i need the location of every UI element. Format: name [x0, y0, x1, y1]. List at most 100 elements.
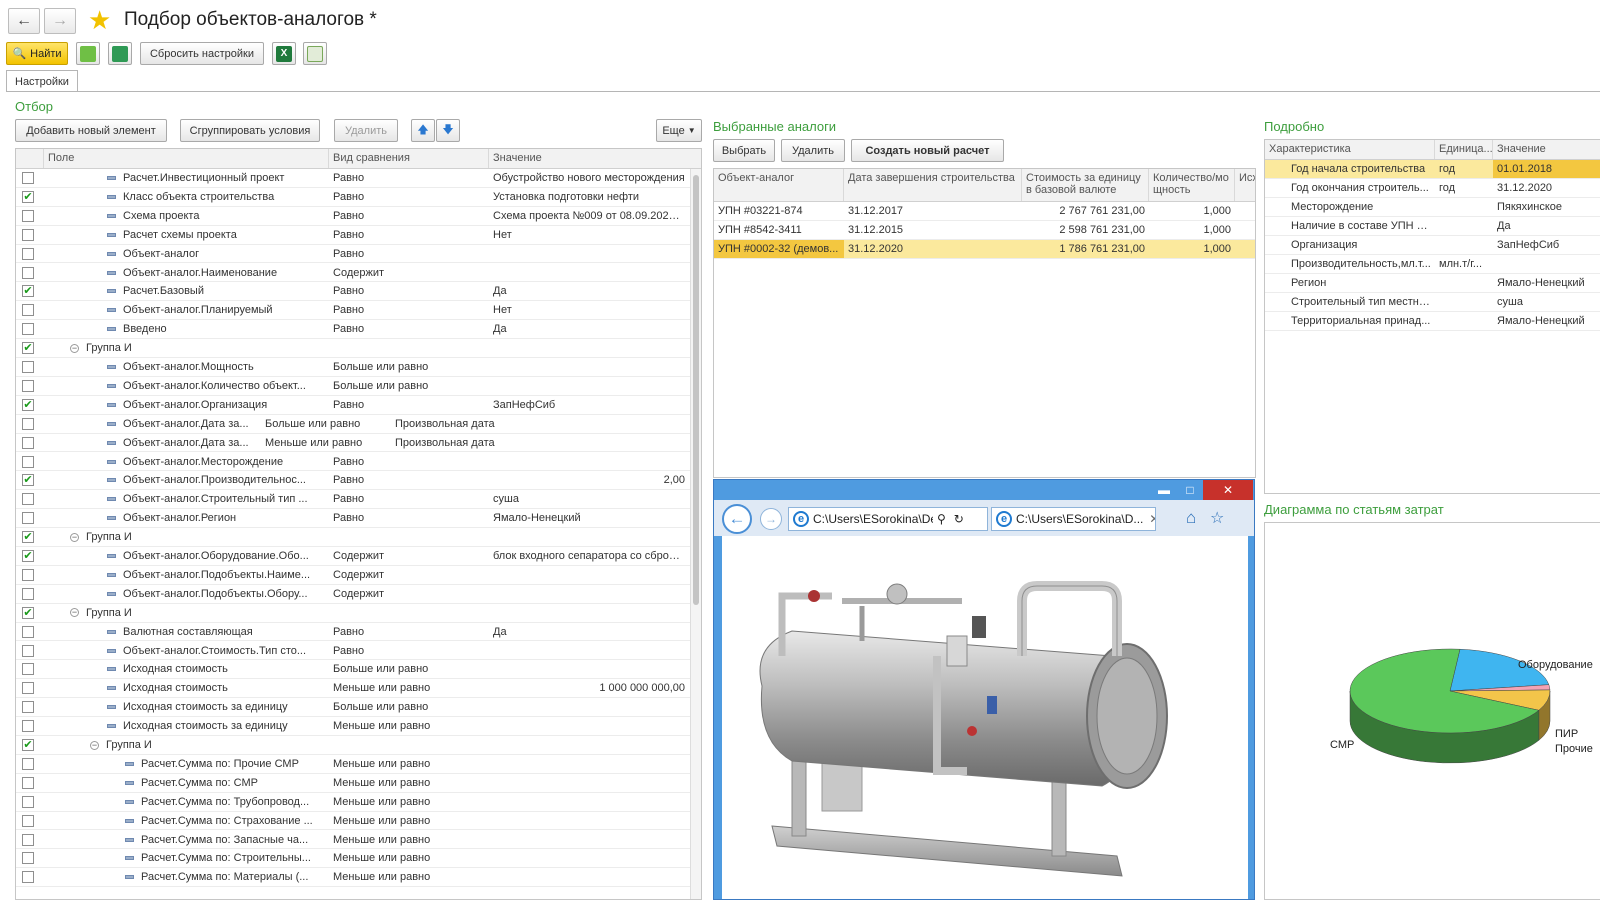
condition-value[interactable] — [489, 868, 689, 886]
filter-row[interactable]: Объект-аналог.Дата за... Меньше или равно… — [16, 434, 701, 453]
condition-value[interactable]: Установка подготовки нефти — [489, 188, 689, 206]
analog-row[interactable]: УПН #03221-874 31.12.2017 2 767 761 231,00… — [714, 202, 1255, 221]
filter-row[interactable]: Объект-аналог.Подобъекты.Обору... Содержи… — [16, 585, 701, 604]
row-checkbox[interactable] — [22, 266, 34, 279]
excel-button[interactable]: X — [272, 42, 296, 65]
row-checkbox[interactable] — [22, 682, 34, 695]
comparison-type[interactable] — [329, 434, 489, 452]
collapse-icon[interactable]: − — [70, 343, 79, 353]
filter-row[interactable]: Объект-аналог.Месторождение Равно — [16, 453, 701, 472]
row-checkbox[interactable] — [22, 871, 34, 884]
filter-row[interactable]: Исходная стоимость за единицу Меньше или … — [16, 717, 701, 736]
filter-row[interactable]: Объект-аналог Равно — [16, 245, 701, 264]
comparison-type[interactable]: Равно — [329, 226, 489, 244]
browser-forward-button[interactable]: → — [760, 508, 782, 530]
search-icon[interactable]: ⚲ — [937, 512, 946, 526]
maximize-button[interactable]: □ — [1177, 480, 1203, 500]
condition-value[interactable] — [489, 812, 689, 830]
browser-window[interactable]: ▬ □ ✕ ← → e C:\Users\ESorokina\De ⚲ ↻ e … — [713, 479, 1255, 900]
condition-value[interactable] — [489, 339, 689, 357]
row-checkbox[interactable]: ✔ — [22, 606, 34, 619]
comparison-type[interactable]: Равно — [329, 245, 489, 263]
filter-row[interactable]: Объект-аналог.Регион Равно Ямало-Ненецкий — [16, 509, 701, 529]
detail-row[interactable]: Месторождение Пякяхинское — [1265, 198, 1600, 217]
row-checkbox[interactable] — [22, 247, 34, 260]
comparison-type[interactable]: Равно — [329, 490, 489, 508]
detail-row[interactable]: Год начала строительства год 01.01.2018 — [1265, 160, 1600, 179]
row-checkbox[interactable] — [22, 379, 34, 392]
comparison-type[interactable]: Меньше или равно — [329, 774, 489, 792]
filter-scrollbar[interactable] — [690, 169, 701, 899]
scroll-thumb[interactable] — [693, 175, 699, 605]
browser-back-button[interactable]: ← — [722, 504, 752, 534]
row-checkbox[interactable] — [22, 720, 34, 733]
filter-row[interactable]: Исходная стоимость Больше или равно — [16, 660, 701, 680]
forward-button[interactable]: → — [44, 8, 76, 34]
filter-row[interactable]: Расчет.Сумма по: Прочие СМР Меньше или ра… — [16, 755, 701, 774]
detail-row[interactable]: Строительный тип местно... суша — [1265, 293, 1600, 312]
condition-value[interactable] — [489, 793, 689, 811]
comparison-type[interactable] — [329, 528, 489, 546]
filter-row[interactable]: ✔ Расчет.Базовый Равно Да — [16, 282, 701, 302]
condition-value[interactable] — [489, 736, 689, 754]
condition-value[interactable]: Да — [489, 320, 689, 338]
filter-row[interactable]: ✔ Класс объекта строительства Равно Установ… — [16, 188, 701, 207]
row-checkbox[interactable] — [22, 436, 34, 449]
condition-value[interactable] — [489, 377, 689, 395]
comparison-type[interactable]: Равно — [329, 396, 489, 414]
delete-analog-button[interactable]: Удалить — [781, 139, 845, 162]
comparison-type[interactable]: Больше или равно — [329, 698, 489, 716]
create-calculation-button[interactable]: Создать новый расчет — [851, 139, 1004, 162]
row-checkbox[interactable] — [22, 209, 34, 222]
comparison-type[interactable]: Меньше или равно — [329, 812, 489, 830]
comparison-type[interactable]: Равно — [329, 320, 489, 338]
condition-value[interactable] — [489, 849, 689, 867]
condition-value[interactable]: Да — [489, 282, 689, 300]
group-conditions-button[interactable]: Сгруппировать условия — [180, 119, 320, 142]
filter-row[interactable]: ✔ Объект-аналог.Оборудование.Обо... Содерж… — [16, 547, 701, 566]
import-button[interactable] — [108, 42, 132, 65]
more-button[interactable]: Еще ▼ — [656, 119, 702, 142]
comparison-type[interactable]: Равно — [329, 453, 489, 471]
details-grid[interactable]: Характеристика Единица... Значение Год н… — [1264, 139, 1600, 494]
comparison-type[interactable]: Меньше или равно — [329, 793, 489, 811]
filter-row[interactable]: Объект-аналог.Подобъекты.Наиме... Содержи… — [16, 566, 701, 585]
row-checkbox[interactable]: ✔ — [22, 739, 34, 751]
condition-value[interactable] — [489, 245, 689, 263]
comparison-type[interactable]: Равно — [329, 301, 489, 319]
condition-value[interactable]: суша — [489, 490, 689, 508]
detail-row[interactable]: Наличие в составе УПН б... Да — [1265, 217, 1600, 236]
filter-row[interactable]: Объект-аналог.Количество объект... Больше… — [16, 377, 701, 396]
condition-value[interactable] — [489, 585, 689, 603]
condition-value[interactable] — [489, 660, 689, 678]
close-tab-icon[interactable]: ✕ — [1149, 512, 1155, 526]
minimize-button[interactable]: ▬ — [1151, 480, 1177, 500]
row-checkbox[interactable] — [22, 795, 34, 808]
home-icon[interactable]: ⌂ — [1186, 508, 1196, 528]
condition-value[interactable] — [489, 774, 689, 792]
filter-row[interactable]: Объект-аналог.Дата за... Больше или равно… — [16, 415, 701, 434]
collapse-icon[interactable]: − — [70, 608, 79, 618]
filter-row[interactable]: Расчет.Сумма по: Материалы (... Меньше ил… — [16, 868, 701, 888]
collapse-icon[interactable]: − — [70, 532, 79, 542]
collapse-icon[interactable]: − — [90, 740, 99, 750]
row-checkbox[interactable] — [22, 757, 34, 770]
filter-row[interactable]: Расчет схемы проекта Равно Нет — [16, 226, 701, 245]
comparison-type[interactable]: Равно — [329, 282, 489, 300]
move-down-button[interactable]: 🡇 — [436, 119, 460, 142]
favorites-star-icon[interactable]: ☆ — [1210, 508, 1224, 528]
condition-value[interactable]: Обустройство нового месторождения — [489, 169, 689, 187]
browser-tab[interactable]: e C:\Users\ESorokina\D... ✕ — [991, 507, 1156, 531]
filter-row[interactable]: Исходная стоимость Меньше или равно 1 000 … — [16, 679, 701, 699]
filter-row[interactable]: Исходная стоимость за единицу Больше или … — [16, 698, 701, 718]
condition-value[interactable] — [489, 755, 689, 773]
filter-row[interactable]: Расчет.Сумма по: Страхование ... Меньше и… — [16, 812, 701, 831]
filter-row[interactable]: Схема проекта Равно Схема проекта №009 от … — [16, 207, 701, 226]
comparison-type[interactable]: Равно — [329, 642, 489, 660]
comparison-type[interactable]: Равно — [329, 471, 489, 489]
filter-grid[interactable]: Поле Вид сравнения Значение Расчет.Инвес… — [15, 148, 702, 900]
analog-row[interactable]: УПН #0002-32 (демов... 31.12.2020 1 786 76… — [714, 240, 1255, 259]
condition-value[interactable]: 2,00 — [489, 471, 689, 489]
condition-value[interactable] — [489, 642, 689, 660]
row-checkbox[interactable] — [22, 833, 34, 846]
